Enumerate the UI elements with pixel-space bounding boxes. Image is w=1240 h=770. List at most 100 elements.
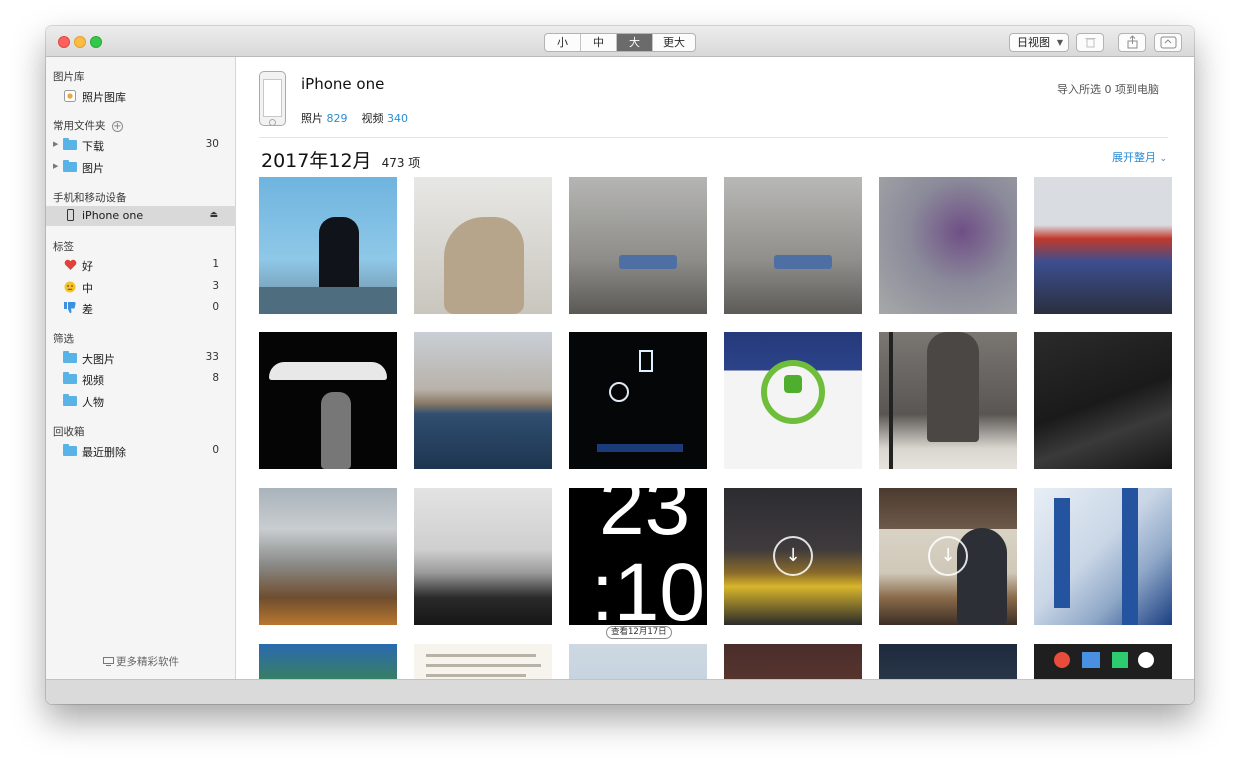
photo-thumbnail[interactable] bbox=[569, 177, 707, 314]
minimize-window-button[interactable] bbox=[74, 36, 86, 48]
sidebar-item-large-images[interactable]: 大图片 33 bbox=[46, 348, 236, 368]
sidebar-item-label: 好 bbox=[82, 260, 93, 273]
folder-icon bbox=[63, 394, 77, 406]
month-title: 2017年12月 bbox=[261, 150, 372, 172]
photo-thumbnail[interactable] bbox=[259, 177, 397, 314]
photo-thumbnail[interactable] bbox=[724, 177, 862, 314]
folder-icon bbox=[63, 160, 77, 172]
photo-thumbnail[interactable] bbox=[879, 177, 1017, 314]
size-medium-button[interactable]: 中 bbox=[581, 34, 617, 51]
close-window-button[interactable] bbox=[58, 36, 70, 48]
photo-thumbnail[interactable] bbox=[259, 644, 397, 679]
section-title-favorites: 常用文件夹 + bbox=[53, 118, 123, 133]
sidebar-item-downloads[interactable]: ▶ 下载 30 bbox=[46, 135, 236, 155]
photo-thumbnail[interactable] bbox=[1034, 332, 1172, 469]
sidebar-item-tag-good[interactable]: 好 1 bbox=[46, 255, 236, 275]
share-button[interactable] bbox=[1118, 33, 1146, 52]
photo-thumbnail[interactable] bbox=[1034, 644, 1172, 679]
folder-icon bbox=[63, 372, 77, 384]
disclosure-triangle-icon[interactable]: ▶ bbox=[53, 162, 58, 170]
month-header: 2017年12月 473 项 bbox=[261, 146, 420, 173]
photo-thumbnail[interactable] bbox=[724, 644, 862, 679]
sidebar-item-count: 0 bbox=[212, 301, 219, 313]
section-title-devices: 手机和移动设备 bbox=[53, 192, 127, 204]
folder-icon bbox=[63, 138, 77, 150]
sidebar-item-recently-deleted[interactable]: 最近删除 0 bbox=[46, 441, 236, 461]
photo-thumbnail[interactable] bbox=[569, 644, 707, 679]
photo-thumbnail[interactable] bbox=[724, 332, 862, 469]
divider bbox=[259, 137, 1168, 138]
clock-photo-thumbnail[interactable]: 23 :10 bbox=[569, 488, 707, 625]
heart-icon bbox=[64, 259, 77, 270]
photo-thumbnail[interactable] bbox=[414, 332, 552, 469]
video-thumbnail[interactable]: ↓ bbox=[724, 488, 862, 625]
iphone-device-icon bbox=[259, 71, 286, 126]
document-photo-thumbnail[interactable] bbox=[414, 644, 552, 679]
folder-icon bbox=[63, 351, 77, 363]
sidebar-item-label: 大图片 bbox=[82, 353, 115, 366]
size-xlarge-button[interactable]: 更大 bbox=[653, 34, 695, 51]
photo-thumbnail[interactable] bbox=[879, 644, 1017, 679]
sidebar-item-label: 人物 bbox=[82, 396, 104, 409]
section-title-tags: 标签 bbox=[53, 241, 74, 253]
sidebar-item-label: 照片图库 bbox=[82, 91, 126, 104]
clock-hour-text: 23 bbox=[599, 488, 691, 552]
eject-icon[interactable]: ⏏ bbox=[209, 210, 218, 220]
sidebar-item-count: 3 bbox=[212, 280, 219, 292]
sidebar-item-videos[interactable]: 视频 8 bbox=[46, 369, 236, 389]
share-icon bbox=[1127, 35, 1138, 49]
download-icon[interactable]: ↓ bbox=[928, 536, 968, 576]
sidebar-item-tag-bad[interactable]: 差 0 bbox=[46, 298, 236, 318]
photo-thumbnail[interactable] bbox=[1034, 177, 1172, 314]
sidebar-item-count: 33 bbox=[205, 351, 219, 363]
photos-count[interactable]: 829 bbox=[327, 112, 348, 125]
clock-minute-text: :10 bbox=[591, 547, 705, 626]
sidebar-item-iphone[interactable]: iPhone one ⏏ bbox=[46, 206, 236, 226]
slideshow-button[interactable] bbox=[1154, 33, 1182, 52]
view-date-pill[interactable]: 查看12月17日 bbox=[606, 626, 672, 639]
sidebar-item-label: 下载 bbox=[82, 140, 104, 153]
expand-month-label: 展开整月 bbox=[1111, 151, 1156, 164]
sidebar-item-label: iPhone one bbox=[82, 209, 144, 222]
photo-thumbnail[interactable] bbox=[259, 488, 397, 625]
more-software-link[interactable]: 更多精彩软件 bbox=[46, 654, 236, 669]
view-mode-select[interactable]: 日视图 ▼ bbox=[1009, 33, 1069, 52]
more-software-label: 更多精彩软件 bbox=[116, 656, 179, 668]
download-icon[interactable]: ↓ bbox=[773, 536, 813, 576]
device-stats: 照片 829 视频 340 bbox=[301, 110, 408, 126]
size-small-button[interactable]: 小 bbox=[545, 34, 581, 51]
photo-thumbnail[interactable] bbox=[879, 332, 1017, 469]
videos-count[interactable]: 340 bbox=[387, 112, 408, 125]
trash-icon bbox=[1085, 38, 1096, 48]
section-title-trash: 回收箱 bbox=[53, 426, 85, 438]
sidebar-item-people[interactable]: 人物 bbox=[46, 391, 236, 411]
video-thumbnail[interactable]: ↓ bbox=[879, 488, 1017, 625]
app-window: 小 中 大 更大 日视图 ▼ 图片库 照片图库 常用文件夹 + ▶ 下载 30 … bbox=[46, 26, 1194, 704]
expand-month-button[interactable]: 展开整月 ⌄ bbox=[1112, 149, 1167, 165]
photo-thumbnail[interactable] bbox=[259, 332, 397, 469]
sidebar-item-count: 1 bbox=[212, 258, 219, 270]
iphone-icon bbox=[67, 209, 74, 221]
chevron-down-icon: ▼ bbox=[1056, 38, 1063, 47]
sidebar-item-pictures[interactable]: ▶ 图片 bbox=[46, 157, 236, 177]
photo-thumbnail[interactable] bbox=[1034, 488, 1172, 625]
disclosure-triangle-icon[interactable]: ▶ bbox=[53, 140, 58, 148]
add-folder-icon[interactable]: + bbox=[111, 121, 123, 132]
import-selected-button[interactable]: 导入所选 0 项到电脑 bbox=[1057, 81, 1159, 97]
sidebar-item-count: 0 bbox=[212, 444, 219, 456]
size-large-button[interactable]: 大 bbox=[617, 34, 653, 51]
zoom-window-button[interactable] bbox=[90, 36, 102, 48]
view-mode-label: 日视图 bbox=[1017, 36, 1050, 49]
photo-thumbnail[interactable] bbox=[569, 332, 707, 469]
device-name: iPhone one bbox=[301, 75, 385, 93]
photo-thumbnail[interactable] bbox=[414, 488, 552, 625]
delete-button[interactable] bbox=[1076, 33, 1104, 52]
sidebar-item-count: 30 bbox=[205, 138, 219, 150]
sidebar-item-tag-neutral[interactable]: 中 3 bbox=[46, 277, 236, 297]
section-title-library: 图片库 bbox=[53, 71, 85, 83]
sidebar: 图片库 照片图库 常用文件夹 + ▶ 下载 30 ▶ 图片 手机和移动设备 iP… bbox=[46, 57, 236, 679]
monitor-icon bbox=[103, 657, 114, 666]
sidebar-item-label: 中 bbox=[82, 282, 93, 295]
photo-thumbnail[interactable] bbox=[414, 177, 552, 314]
sidebar-item-photo-library[interactable]: 照片图库 bbox=[46, 86, 236, 106]
